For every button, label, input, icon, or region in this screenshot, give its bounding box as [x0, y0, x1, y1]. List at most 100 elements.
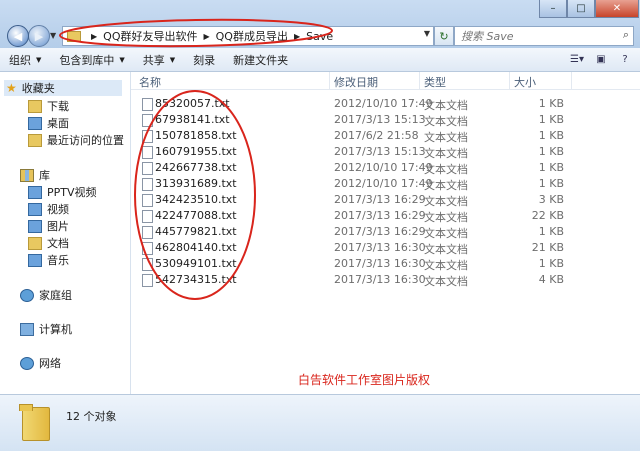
file-row[interactable]: 313931689.txt 2012/10/10 17:49 文本文档 1 KB [131, 176, 640, 192]
file-date: 2017/3/13 16:30 [334, 241, 426, 254]
file-name: 242667738.txt [155, 161, 237, 174]
nav-downloads[interactable]: 下载 [28, 98, 69, 114]
file-size: 22 KB [531, 209, 564, 222]
text-file-icon [142, 242, 153, 255]
chevron-down-icon: ▼ [169, 55, 176, 64]
nav-network[interactable]: 网络 [20, 355, 61, 371]
new-folder-button[interactable]: 新建文件夹 [224, 48, 297, 71]
burn-button[interactable]: 刻录 [184, 48, 224, 71]
file-type: 文本文档 [424, 259, 468, 272]
file-date: 2017/3/13 16:30 [334, 257, 426, 270]
chevron-right-icon[interactable]: ▶ [294, 32, 300, 41]
nav-pictures[interactable]: 图片 [28, 218, 69, 234]
nav-music[interactable]: 音乐 [28, 252, 69, 268]
preview-pane-icon[interactable]: ▣ [592, 51, 610, 67]
music-icon [28, 253, 42, 267]
file-type: 文本文档 [424, 163, 468, 176]
file-row[interactable]: 150781858.txt 2017/6/2 21:58 文本文档 1 KB [131, 128, 640, 144]
computer-icon [20, 322, 34, 336]
file-type: 文本文档 [424, 243, 468, 256]
chevron-right-icon[interactable]: ▶ [91, 32, 97, 41]
text-file-icon [142, 98, 153, 111]
nav-libraries[interactable]: 库 [20, 167, 50, 183]
recent-pages-dropdown[interactable]: ▼ [50, 31, 56, 40]
watermark-text: 白告软件工作室图片版权 [298, 373, 431, 387]
address-bar[interactable]: ▶ QQ群好友导出软件 ▶ QQ群成员导出 ▶ Save ▼ [62, 26, 434, 46]
column-divider[interactable] [509, 72, 510, 89]
file-row[interactable]: 530949101.txt 2017/3/13 16:30 文本文档 1 KB [131, 256, 640, 272]
file-name: 462804140.txt [155, 241, 237, 254]
nav-documents-label: 文档 [47, 237, 69, 250]
nav-homegroup[interactable]: 家庭组 [20, 287, 72, 303]
file-date: 2012/10/10 17:49 [334, 97, 433, 110]
nav-favorites[interactable]: ★ 收藏夹 [4, 80, 122, 96]
file-type: 文本文档 [424, 147, 468, 160]
column-divider[interactable] [419, 72, 420, 89]
file-row[interactable]: 242667738.txt 2012/10/10 17:49 文本文档 1 KB [131, 160, 640, 176]
title-bar: – □ ✕ ◀ ▶ ▼ ▶ QQ群好友导出软件 ▶ QQ群成员导出 ▶ Save… [0, 0, 640, 48]
column-divider[interactable] [571, 72, 572, 89]
file-size: 4 KB [538, 273, 564, 286]
file-row[interactable]: 67938141.txt 2017/3/13 15:13 文本文档 1 KB [131, 112, 640, 128]
nav-homegroup-label: 家庭组 [39, 289, 72, 302]
file-date: 2017/3/13 15:13 [334, 113, 426, 126]
back-button[interactable]: ◀ [7, 25, 29, 47]
share-button[interactable]: 共享 ▼ [134, 48, 184, 71]
file-row[interactable]: 462804140.txt 2017/3/13 16:30 文本文档 21 KB [131, 240, 640, 256]
file-row[interactable]: 422477088.txt 2017/3/13 16:29 文本文档 22 KB [131, 208, 640, 224]
address-dropdown-icon[interactable]: ▼ [424, 29, 430, 38]
file-name: 342423510.txt [155, 193, 237, 206]
forward-button[interactable]: ▶ [28, 25, 50, 47]
column-divider[interactable] [329, 72, 330, 89]
file-type: 文本文档 [424, 275, 468, 288]
nav-videos[interactable]: 视频 [28, 201, 69, 217]
file-size: 1 KB [538, 177, 564, 190]
chevron-right-icon[interactable]: ▶ [203, 32, 209, 41]
file-size: 1 KB [538, 161, 564, 174]
file-size: 1 KB [538, 225, 564, 238]
nav-pptv[interactable]: PPTV视频 [28, 184, 97, 200]
close-button[interactable]: ✕ [595, 0, 639, 18]
file-row[interactable]: 160791955.txt 2017/3/13 15:13 文本文档 1 KB [131, 144, 640, 160]
search-icon[interactable]: ⌕ [623, 28, 629, 42]
file-name: 313931689.txt [155, 177, 237, 190]
file-date: 2012/10/10 17:49 [334, 161, 433, 174]
maximize-button[interactable]: □ [567, 0, 595, 18]
include-library-label: 包含到库中 [59, 53, 115, 67]
refresh-button[interactable]: ↻ [434, 26, 454, 46]
details-pane: 12 个对象 [0, 394, 640, 451]
column-modified[interactable]: 修改日期 [334, 74, 378, 90]
nav-documents[interactable]: 文档 [28, 235, 69, 251]
nav-desktop[interactable]: 桌面 [28, 115, 69, 131]
folder-icon [67, 30, 81, 42]
help-icon[interactable]: ? [616, 51, 634, 67]
folder-icon [19, 404, 50, 441]
desktop-icon [28, 116, 42, 130]
file-row[interactable]: 342423510.txt 2017/3/13 16:29 文本文档 3 KB [131, 192, 640, 208]
include-library-button[interactable]: 包含到库中 ▼ [50, 48, 133, 71]
nav-videos-label: 视频 [47, 203, 69, 216]
file-row[interactable]: 445779821.txt 2017/3/13 16:29 文本文档 1 KB [131, 224, 640, 240]
organize-button[interactable]: 组织 ▼ [0, 48, 50, 71]
column-size[interactable]: 大小 [514, 74, 536, 90]
column-type[interactable]: 类型 [424, 74, 446, 90]
breadcrumb-qq-friend-export[interactable]: QQ群好友导出软件 [103, 28, 197, 44]
file-name: 530949101.txt [155, 257, 237, 270]
column-name[interactable]: 名称 [139, 74, 161, 90]
file-size: 21 KB [531, 241, 564, 254]
file-date: 2017/3/13 16:29 [334, 193, 426, 206]
text-file-icon [142, 274, 153, 287]
nav-recent[interactable]: 最近访问的位置 [28, 132, 124, 148]
minimize-button[interactable]: – [539, 0, 567, 18]
view-options-icon[interactable]: ☰▾ [568, 51, 586, 67]
file-date: 2017/3/13 15:13 [334, 145, 426, 158]
file-row[interactable]: 542734315.txt 2017/3/13 16:30 文本文档 4 KB [131, 272, 640, 288]
pictures-icon [28, 219, 42, 233]
nav-computer[interactable]: 计算机 [20, 321, 72, 337]
file-row[interactable]: 85320057.txt 2012/10/10 17:49 文本文档 1 KB [131, 96, 640, 112]
breadcrumb-save[interactable]: Save [306, 30, 333, 43]
breadcrumb-qq-member-export[interactable]: QQ群成员导出 [216, 28, 288, 44]
file-type: 文本文档 [424, 227, 468, 240]
search-input[interactable] [459, 28, 613, 44]
new-folder-label: 新建文件夹 [233, 53, 289, 67]
